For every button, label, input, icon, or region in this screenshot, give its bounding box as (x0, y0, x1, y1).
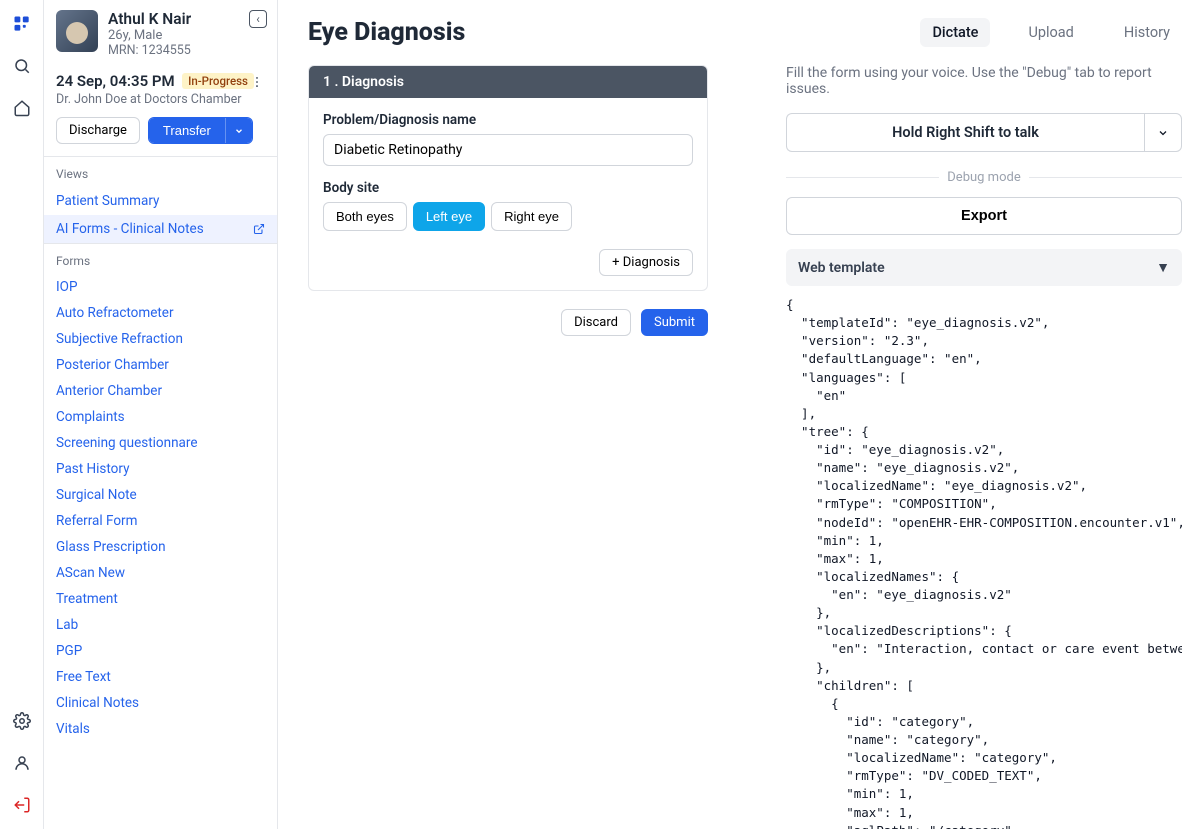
diagnosis-card: 1 . Diagnosis Problem/Diagnosis name Bod… (308, 65, 708, 291)
home-icon[interactable] (12, 98, 32, 118)
problem-input[interactable] (323, 134, 693, 166)
form-item[interactable]: Vitals (44, 716, 277, 742)
patient-card: Athul K Nair 26y, Male MRN: 1234555 (44, 0, 277, 64)
encounter-time: 24 Sep, 04:35 PM (56, 72, 175, 90)
transfer-caret[interactable] (225, 118, 252, 143)
user-icon[interactable] (12, 753, 32, 773)
form-item[interactable]: Past History (44, 456, 277, 482)
form-item[interactable]: Referral Form (44, 508, 277, 534)
form-item[interactable]: Lab (44, 612, 277, 638)
body-site-right[interactable]: Right eye (491, 202, 572, 231)
transfer-button[interactable]: Transfer (149, 118, 225, 143)
encounter-block: 24 Sep, 04:35 PM In-Progress Dr. John Do… (44, 64, 277, 157)
form-item[interactable]: Posterior Chamber (44, 352, 277, 378)
web-template-header[interactable]: Web template ▼ (786, 249, 1182, 286)
submit-button[interactable]: Submit (641, 309, 708, 336)
discharge-button[interactable]: Discharge (56, 117, 140, 144)
logout-icon[interactable] (12, 795, 32, 815)
form-item[interactable]: AScan New (44, 560, 277, 586)
hold-to-talk-caret[interactable] (1144, 113, 1182, 152)
sidebar: Athul K Nair 26y, Male MRN: 1234555 24 S… (44, 0, 278, 829)
body-site-left[interactable]: Left eye (413, 202, 485, 231)
add-diagnosis-button[interactable]: + Diagnosis (599, 249, 693, 276)
transfer-split-button: Transfer (148, 117, 253, 144)
view-ai-forms[interactable]: AI Forms - Clinical Notes (44, 215, 277, 243)
forms-list: IOPAuto RefractometerSubjective Refracti… (44, 274, 277, 742)
form-item[interactable]: Auto Refractometer (44, 300, 277, 326)
body-site-label: Body site (323, 180, 693, 196)
patient-demographics: 26y, Male (108, 28, 191, 43)
form-item[interactable]: PGP (44, 638, 277, 664)
json-preview: { "templateId": "eye_diagnosis.v2", "ver… (786, 296, 1182, 829)
dictate-hint: Fill the form using your voice. Use the … (786, 65, 1182, 97)
form-item[interactable]: Glass Prescription (44, 534, 277, 560)
hold-to-talk-row: Hold Right Shift to talk (786, 113, 1182, 152)
body-site-both[interactable]: Both eyes (323, 202, 407, 231)
icon-rail (0, 0, 44, 829)
view-patient-summary[interactable]: Patient Summary (44, 187, 277, 215)
encounter-menu-icon[interactable] (249, 74, 265, 90)
form-item[interactable]: Anterior Chamber (44, 378, 277, 404)
external-link-icon (253, 223, 265, 235)
search-icon[interactable] (12, 56, 32, 76)
form-item[interactable]: IOP (44, 274, 277, 300)
encounter-status-badge: In-Progress (182, 73, 254, 89)
form-item[interactable]: Subjective Refraction (44, 326, 277, 352)
card-header: 1 . Diagnosis (309, 66, 707, 98)
encounter-by: Dr. John Doe at Doctors Chamber (56, 92, 265, 107)
settings-icon[interactable] (12, 711, 32, 731)
form-actions: Discard Submit (308, 309, 708, 336)
collapse-sidebar-icon[interactable] (249, 10, 267, 28)
view-item-label: Patient Summary (56, 193, 159, 209)
form-item[interactable]: Screening questionnare (44, 430, 277, 456)
hold-to-talk-button[interactable]: Hold Right Shift to talk (786, 113, 1144, 152)
debug-separator: Debug mode (786, 170, 1182, 185)
debug-label: Debug mode (947, 170, 1020, 185)
right-panel: Dictate Upload History Fill the form usi… (768, 0, 1200, 829)
form-item[interactable]: Surgical Note (44, 482, 277, 508)
form-item[interactable]: Free Text (44, 664, 277, 690)
patient-mrn: MRN: 1234555 (108, 43, 191, 58)
form-item[interactable]: Complaints (44, 404, 277, 430)
forms-label: Forms (44, 244, 277, 274)
avatar (56, 10, 98, 52)
view-item-label: AI Forms - Clinical Notes (56, 221, 204, 237)
tab-history[interactable]: History (1112, 18, 1182, 47)
form-item[interactable]: Clinical Notes (44, 690, 277, 716)
tab-upload[interactable]: Upload (1016, 18, 1085, 47)
dashboard-icon[interactable] (12, 14, 32, 34)
views-label: Views (44, 157, 277, 187)
export-button[interactable]: Export (786, 197, 1182, 235)
patient-name: Athul K Nair (108, 10, 191, 28)
problem-label: Problem/Diagnosis name (323, 112, 693, 128)
right-tabs: Dictate Upload History (786, 18, 1182, 47)
main-content: Eye Diagnosis 1 . Diagnosis Problem/Diag… (278, 0, 768, 829)
web-template-label: Web template (798, 260, 885, 276)
page-title: Eye Diagnosis (308, 18, 742, 47)
discard-button[interactable]: Discard (561, 309, 631, 336)
body-site-segment: Both eyes Left eye Right eye (323, 202, 693, 231)
form-item[interactable]: Treatment (44, 586, 277, 612)
chevron-down-icon: ▼ (1156, 259, 1170, 276)
tab-dictate[interactable]: Dictate (920, 18, 990, 47)
